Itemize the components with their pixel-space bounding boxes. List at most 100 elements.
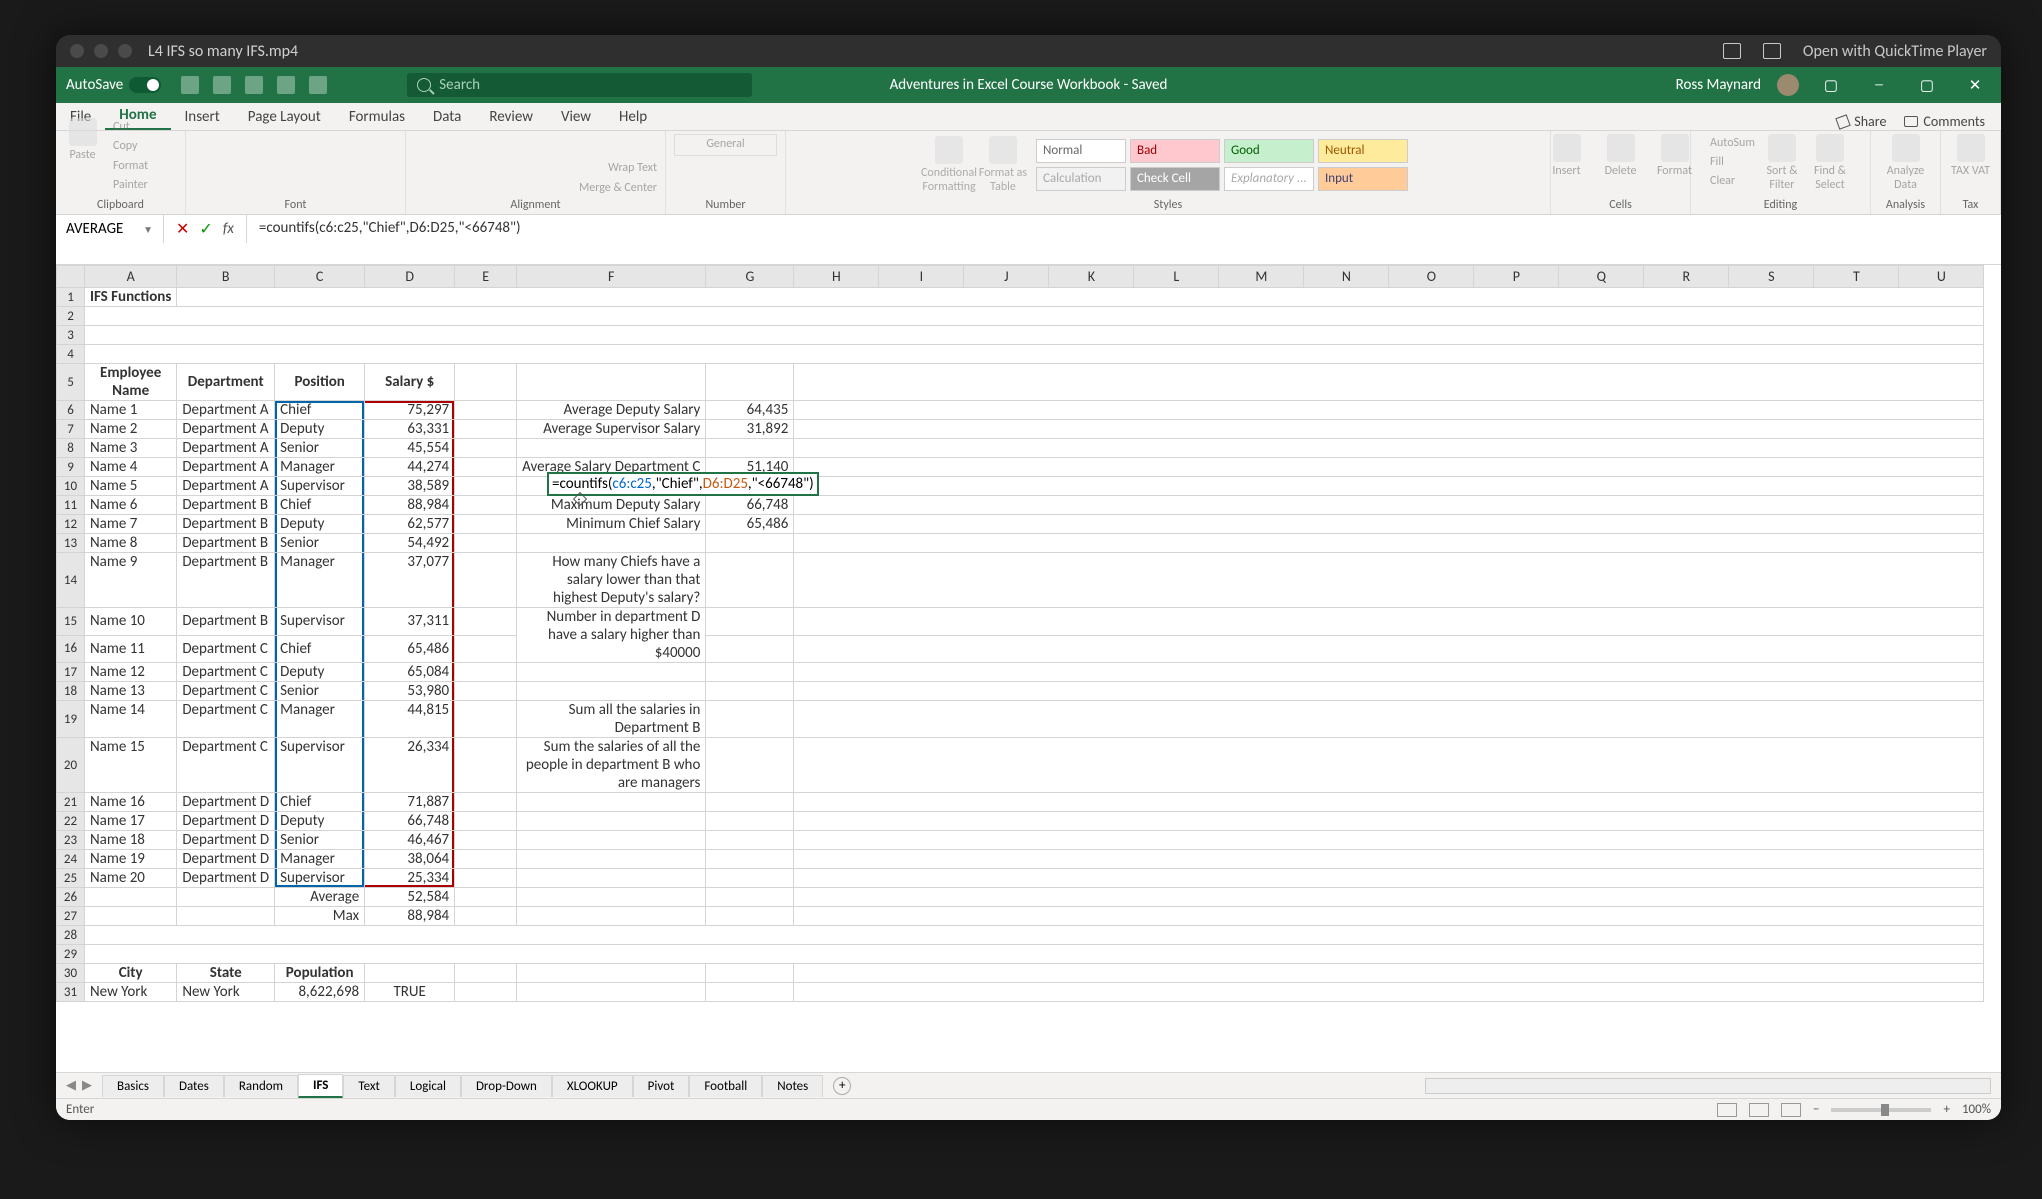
- col-header[interactable]: G: [706, 266, 794, 288]
- cell[interactable]: 66,748: [365, 812, 455, 831]
- cell[interactable]: Name 19: [85, 850, 177, 869]
- qat-icon-2[interactable]: [213, 76, 231, 94]
- cell[interactable]: Sum the salaries of all the people in de…: [517, 738, 706, 793]
- delete-cells-button[interactable]: Delete: [1600, 134, 1642, 178]
- cell[interactable]: Name 2: [85, 420, 177, 439]
- cell[interactable]: 66,748: [706, 496, 794, 515]
- row-header[interactable]: 18: [57, 682, 85, 701]
- cell[interactable]: Deputy: [275, 515, 365, 534]
- sheet-tab[interactable]: Basics: [102, 1075, 164, 1097]
- cell[interactable]: Minimum Chief Salary: [517, 515, 706, 534]
- cell[interactable]: Name 11: [85, 635, 177, 663]
- zoom-dot[interactable]: [118, 44, 132, 58]
- merge-center-button[interactable]: Merge & Center: [579, 181, 657, 195]
- pip-icon[interactable]: [1723, 43, 1741, 59]
- paste-button[interactable]: Paste: [64, 118, 101, 162]
- cell[interactable]: Max: [275, 907, 365, 926]
- cell[interactable]: Senior: [275, 439, 365, 458]
- cell[interactable]: Name 4: [85, 458, 177, 477]
- cell[interactable]: Deputy: [275, 663, 365, 682]
- row-header[interactable]: 24: [57, 850, 85, 869]
- page-break-view-button[interactable]: [1781, 1103, 1801, 1117]
- col-header[interactable]: I: [879, 266, 964, 288]
- row-header[interactable]: 22: [57, 812, 85, 831]
- tab-help[interactable]: Help: [605, 104, 661, 130]
- cell[interactable]: Name 3: [85, 439, 177, 458]
- cell[interactable]: Department A: [177, 420, 275, 439]
- cell[interactable]: 53,980: [365, 682, 455, 701]
- cell[interactable]: How many Chiefs have a salary lower than…: [517, 553, 706, 608]
- cell[interactable]: 63,331: [365, 420, 455, 439]
- sheet-tab[interactable]: Text: [343, 1075, 394, 1097]
- row-header[interactable]: 11: [57, 496, 85, 515]
- number-format-dropdown[interactable]: General: [674, 134, 777, 156]
- cell[interactable]: City: [85, 964, 177, 983]
- row-header[interactable]: 3: [57, 326, 85, 345]
- share-button[interactable]: Share: [1837, 113, 1886, 130]
- format-painter-button[interactable]: Format Painter: [113, 157, 177, 195]
- sheet-tab[interactable]: Random: [224, 1075, 298, 1097]
- save-icon[interactable]: [181, 76, 199, 94]
- row-header[interactable]: 7: [57, 420, 85, 439]
- col-header[interactable]: A: [85, 266, 177, 288]
- cell[interactable]: 45,554: [365, 439, 455, 458]
- col-header[interactable]: U: [1899, 266, 1984, 288]
- redo-icon[interactable]: [309, 76, 327, 94]
- tab-view[interactable]: View: [547, 104, 605, 130]
- fill-button[interactable]: Fill: [1710, 153, 1755, 172]
- cell[interactable]: Department A: [177, 477, 275, 496]
- cell[interactable]: 25,334: [365, 869, 455, 888]
- cell[interactable]: Name 7: [85, 515, 177, 534]
- col-header[interactable]: Q: [1559, 266, 1644, 288]
- cell[interactable]: Name 14: [85, 701, 177, 738]
- cell[interactable]: Average Deputy Salary: [517, 401, 706, 420]
- cell[interactable]: Manager: [275, 701, 365, 738]
- col-header[interactable]: O: [1389, 266, 1474, 288]
- comments-button[interactable]: Comments: [1904, 113, 1985, 130]
- cell[interactable]: Chief: [275, 635, 365, 663]
- col-header[interactable]: F: [517, 266, 706, 288]
- cell[interactable]: Department C: [177, 682, 275, 701]
- open-with-label[interactable]: Open with QuickTime Player: [1803, 42, 1987, 61]
- col-header[interactable]: S: [1729, 266, 1814, 288]
- cell[interactable]: Chief: [275, 401, 365, 420]
- row-header[interactable]: 4: [57, 345, 85, 364]
- cell[interactable]: 8,622,698: [275, 983, 365, 1002]
- add-sheet-button[interactable]: +: [833, 1077, 851, 1095]
- zoom-in-button[interactable]: +: [1943, 1102, 1949, 1117]
- cell[interactable]: 44,815: [365, 701, 455, 738]
- cell[interactable]: Average Supervisor Salary: [517, 420, 706, 439]
- cell[interactable]: Name 16: [85, 793, 177, 812]
- cell[interactable]: Salary $: [365, 364, 455, 401]
- tab-page-layout[interactable]: Page Layout: [234, 104, 335, 130]
- row-header[interactable]: 17: [57, 663, 85, 682]
- normal-view-button[interactable]: [1717, 1103, 1737, 1117]
- sheet-tab[interactable]: Dates: [164, 1075, 224, 1097]
- autosave-toggle[interactable]: [129, 77, 161, 93]
- cell[interactable]: Population: [275, 964, 365, 983]
- cell[interactable]: Senior: [275, 534, 365, 553]
- cell[interactable]: Name 15: [85, 738, 177, 793]
- row-header[interactable]: 13: [57, 534, 85, 553]
- cell[interactable]: Deputy: [275, 812, 365, 831]
- sheet-tab[interactable]: Notes: [762, 1075, 823, 1097]
- style-good[interactable]: Good: [1224, 139, 1314, 163]
- cell[interactable]: Name 9: [85, 553, 177, 608]
- name-box[interactable]: AVERAGE ▼: [56, 215, 164, 243]
- cell[interactable]: Supervisor: [275, 477, 365, 496]
- col-header[interactable]: P: [1474, 266, 1559, 288]
- select-all[interactable]: [57, 266, 85, 288]
- col-header[interactable]: J: [964, 266, 1049, 288]
- share-icon[interactable]: [1763, 43, 1781, 59]
- cell[interactable]: Name 13: [85, 682, 177, 701]
- close-dot[interactable]: [70, 44, 84, 58]
- col-header[interactable]: D: [365, 266, 455, 288]
- cell[interactable]: Department: [177, 364, 275, 401]
- sheet-tab[interactable]: Pivot: [633, 1075, 690, 1097]
- zoom-level[interactable]: 100%: [1962, 1102, 1991, 1117]
- row-header[interactable]: 21: [57, 793, 85, 812]
- style-normal[interactable]: Normal: [1036, 139, 1126, 163]
- cell[interactable]: Name 17: [85, 812, 177, 831]
- cell[interactable]: Chief: [275, 793, 365, 812]
- cell[interactable]: Department D: [177, 793, 275, 812]
